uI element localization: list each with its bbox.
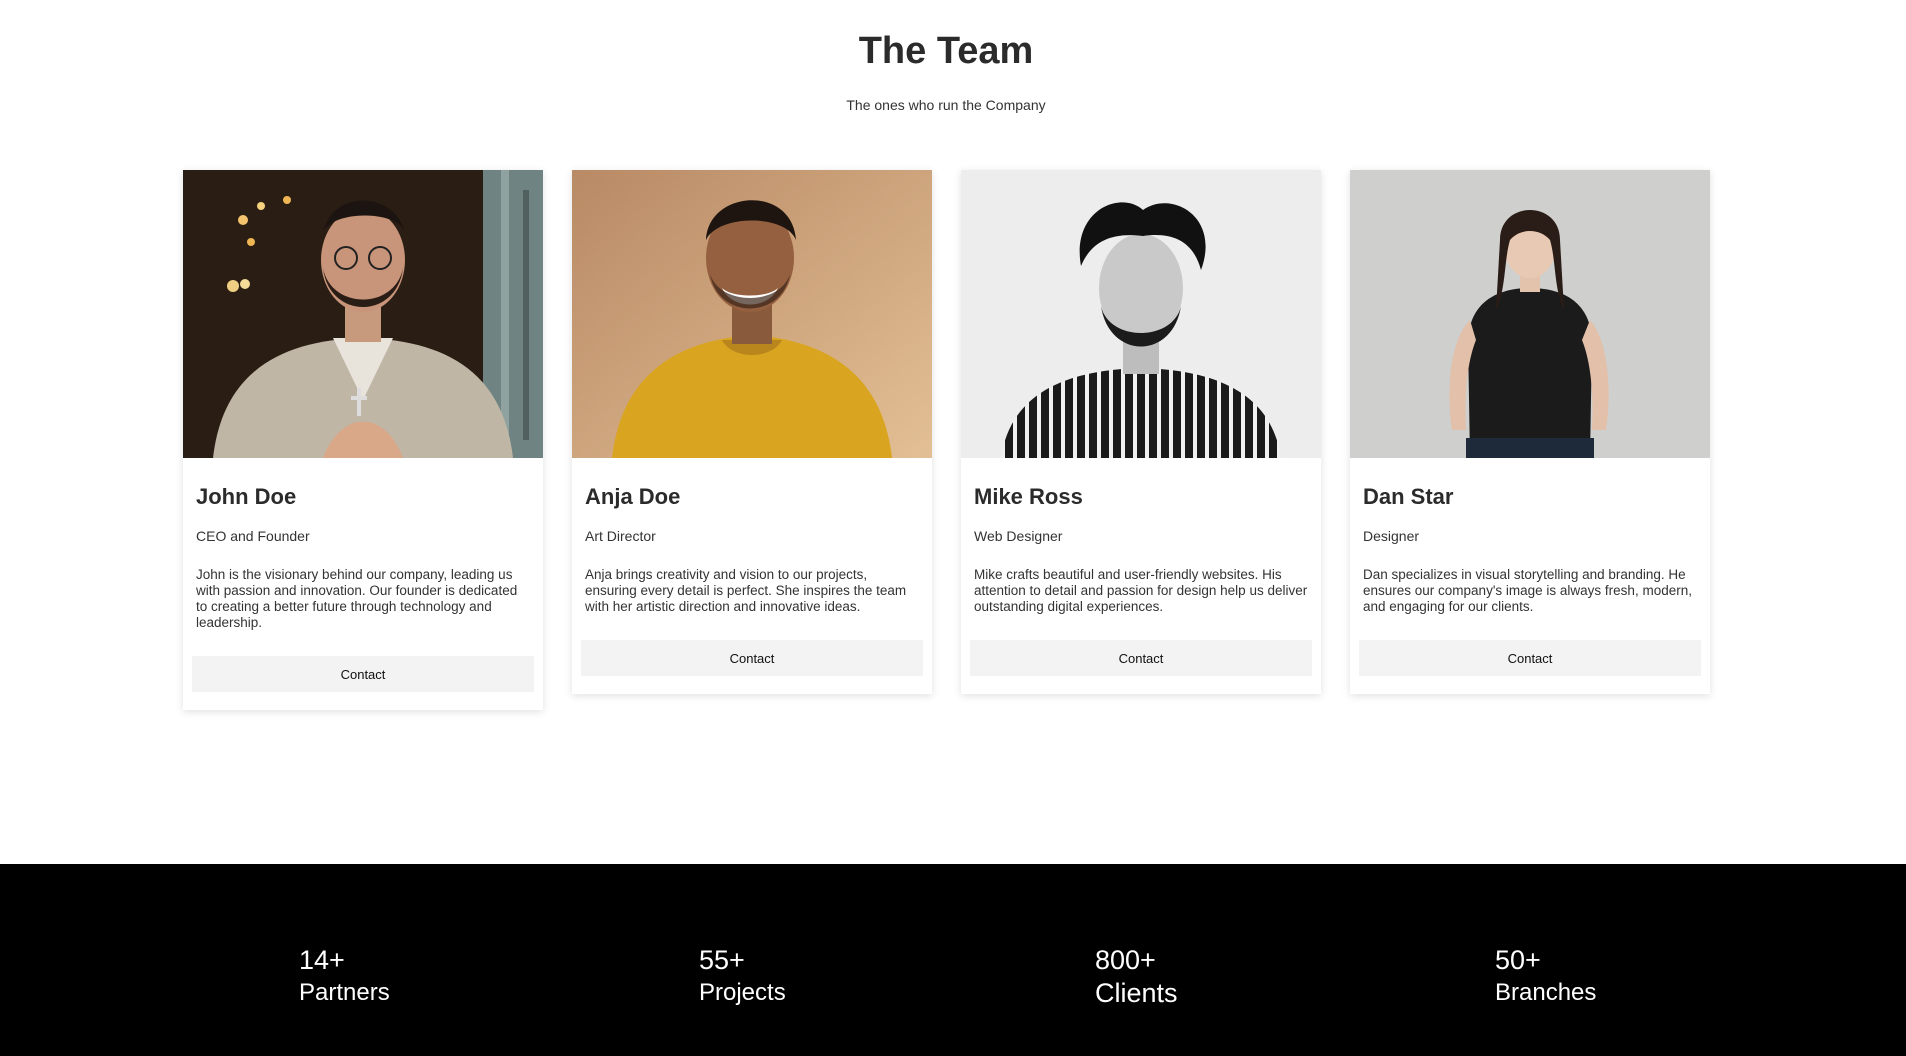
team-section: The Team The ones who run the Company Jo… xyxy=(0,0,1906,864)
stat-label: Partners xyxy=(299,979,390,1006)
card-body: Mike Ross Web Designer Mike crafts beaut… xyxy=(961,458,1321,615)
member-role: Web Designer xyxy=(974,528,1063,544)
page-title: The Team xyxy=(858,30,1034,72)
stat-number: 50+ xyxy=(1495,945,1541,975)
member-bio: Dan specializes in visual storytelling a… xyxy=(1363,567,1692,614)
team-card: Anja Doe Art Director Anja brings creati… xyxy=(572,170,932,694)
member-name: Dan Star xyxy=(1363,484,1454,509)
card-body: John Doe CEO and Founder John is the vis… xyxy=(183,458,543,631)
contact-button[interactable]: Contact xyxy=(581,640,923,676)
stat-clients: 800+ Clients xyxy=(1095,943,1178,1009)
team-card: Dan Star Designer Dan specializes in vis… xyxy=(1350,170,1710,694)
team-card: Mike Ross Web Designer Mike crafts beaut… xyxy=(961,170,1321,694)
stat-partners: 14+ Partners xyxy=(299,943,390,1009)
card-body: Dan Star Designer Dan specializes in vis… xyxy=(1350,458,1710,615)
member-bio: Anja brings creativity and vision to our… xyxy=(585,567,907,614)
member-name: John Doe xyxy=(196,484,297,509)
member-name: Anja Doe xyxy=(585,484,681,509)
card-body: Anja Doe Art Director Anja brings creati… xyxy=(572,458,932,615)
member-name: Mike Ross xyxy=(974,484,1083,509)
contact-button[interactable]: Contact xyxy=(1359,640,1701,676)
stat-label: Projects xyxy=(699,979,786,1006)
member-bio: John is the visionary behind our company… xyxy=(196,567,518,630)
stat-branches: 50+ Branches xyxy=(1495,943,1596,1009)
member-bio: Mike crafts beautiful and user-friendly … xyxy=(974,567,1308,614)
stat-projects: 55+ Projects xyxy=(699,943,786,1009)
team-member-photo xyxy=(1350,170,1710,458)
team-cards: John Doe CEO and Founder John is the vis… xyxy=(183,170,1710,710)
stat-label: Branches xyxy=(1495,979,1597,1006)
page: The Team The ones who run the Company Jo… xyxy=(0,0,1906,1056)
contact-button[interactable]: Contact xyxy=(970,640,1312,676)
member-role: Designer xyxy=(1363,528,1420,544)
contact-button[interactable]: Contact xyxy=(192,656,534,692)
page-subtitle: The ones who run the Company xyxy=(846,97,1046,113)
team-member-photo xyxy=(572,170,932,458)
member-role: CEO and Founder xyxy=(196,528,310,544)
stat-number: 14+ xyxy=(299,945,345,975)
stats-section: 14+ Partners 55+ Projects 800+ Clients 5… xyxy=(0,864,1906,1056)
stat-number: 800+ xyxy=(1095,945,1156,975)
member-role: Art Director xyxy=(585,528,656,544)
team-card: John Doe CEO and Founder John is the vis… xyxy=(183,170,543,710)
stat-label: Clients xyxy=(1095,978,1178,1008)
team-member-photo xyxy=(961,170,1321,458)
team-member-photo xyxy=(183,170,543,458)
stat-number: 55+ xyxy=(699,945,745,975)
